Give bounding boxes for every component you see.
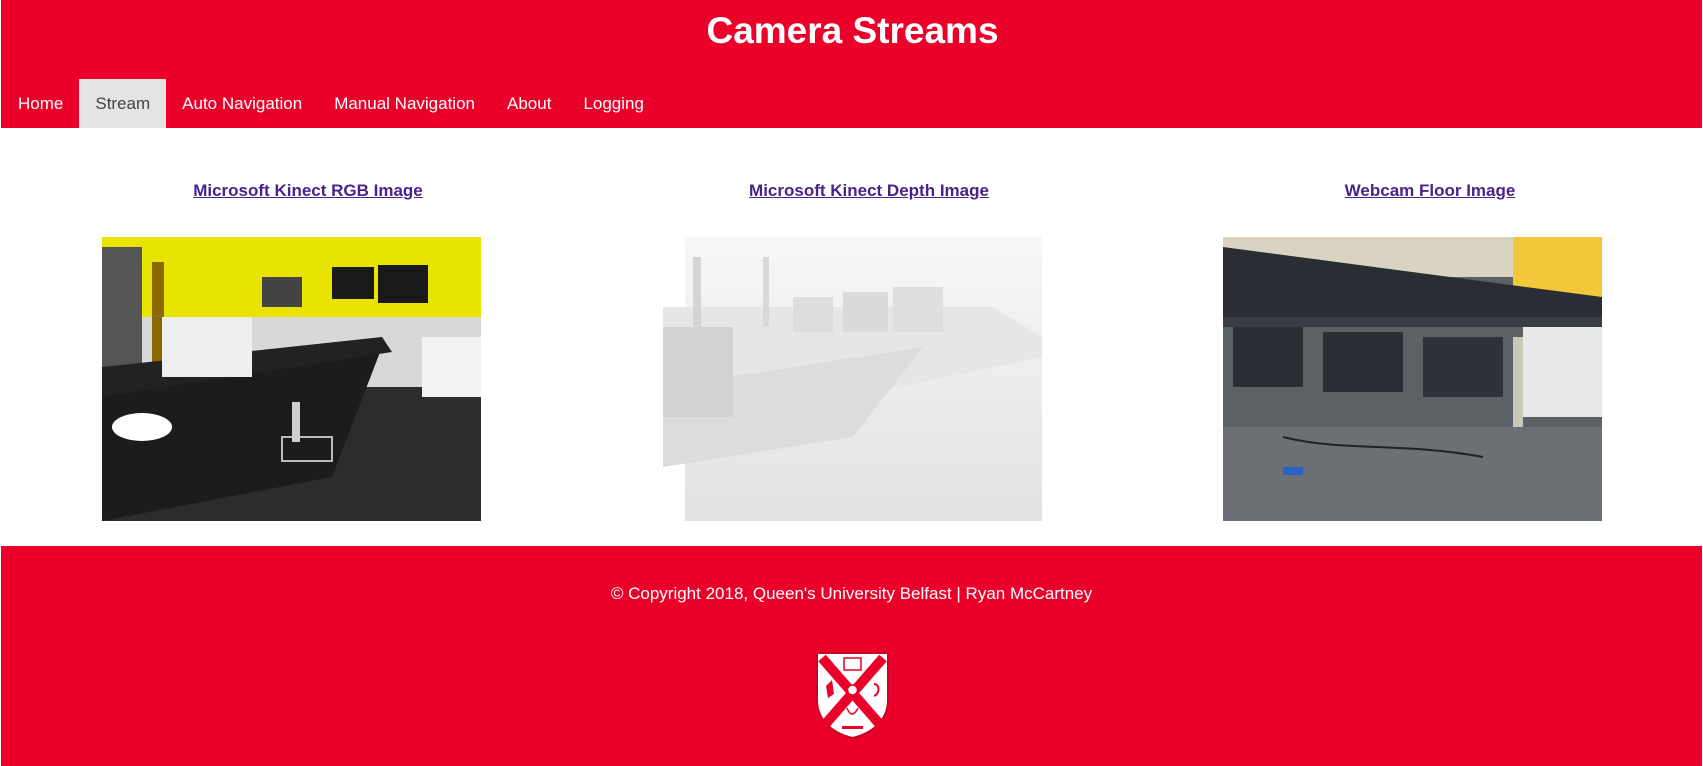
kinect-rgb-link[interactable]: Microsoft Kinect RGB Image [58, 181, 558, 201]
nav-manual-navigation[interactable]: Manual Navigation [318, 79, 491, 128]
kinect-depth-image [663, 237, 1042, 521]
header-bar: Camera Streams Home Stream Auto Navigati… [1, 0, 1702, 128]
university-crest-logo [814, 650, 891, 740]
webcam-floor-image [1223, 237, 1602, 521]
nav-logging[interactable]: Logging [567, 79, 660, 128]
nav-bar: Home Stream Auto Navigation Manual Navig… [2, 79, 660, 128]
page-title: Camera Streams [706, 10, 999, 51]
nav-auto-navigation[interactable]: Auto Navigation [166, 79, 318, 128]
kinect-rgb-image [102, 237, 481, 521]
footer: © Copyright 2018, Queen's University Bel… [1, 546, 1702, 766]
nav-about[interactable]: About [491, 79, 567, 128]
nav-home[interactable]: Home [2, 79, 79, 128]
webcam-floor-link[interactable]: Webcam Floor Image [1180, 181, 1680, 201]
copyright-text: © Copyright 2018, Queen's University Bel… [610, 584, 1093, 603]
nav-stream[interactable]: Stream [79, 79, 167, 128]
kinect-depth-link[interactable]: Microsoft Kinect Depth Image [619, 181, 1119, 201]
